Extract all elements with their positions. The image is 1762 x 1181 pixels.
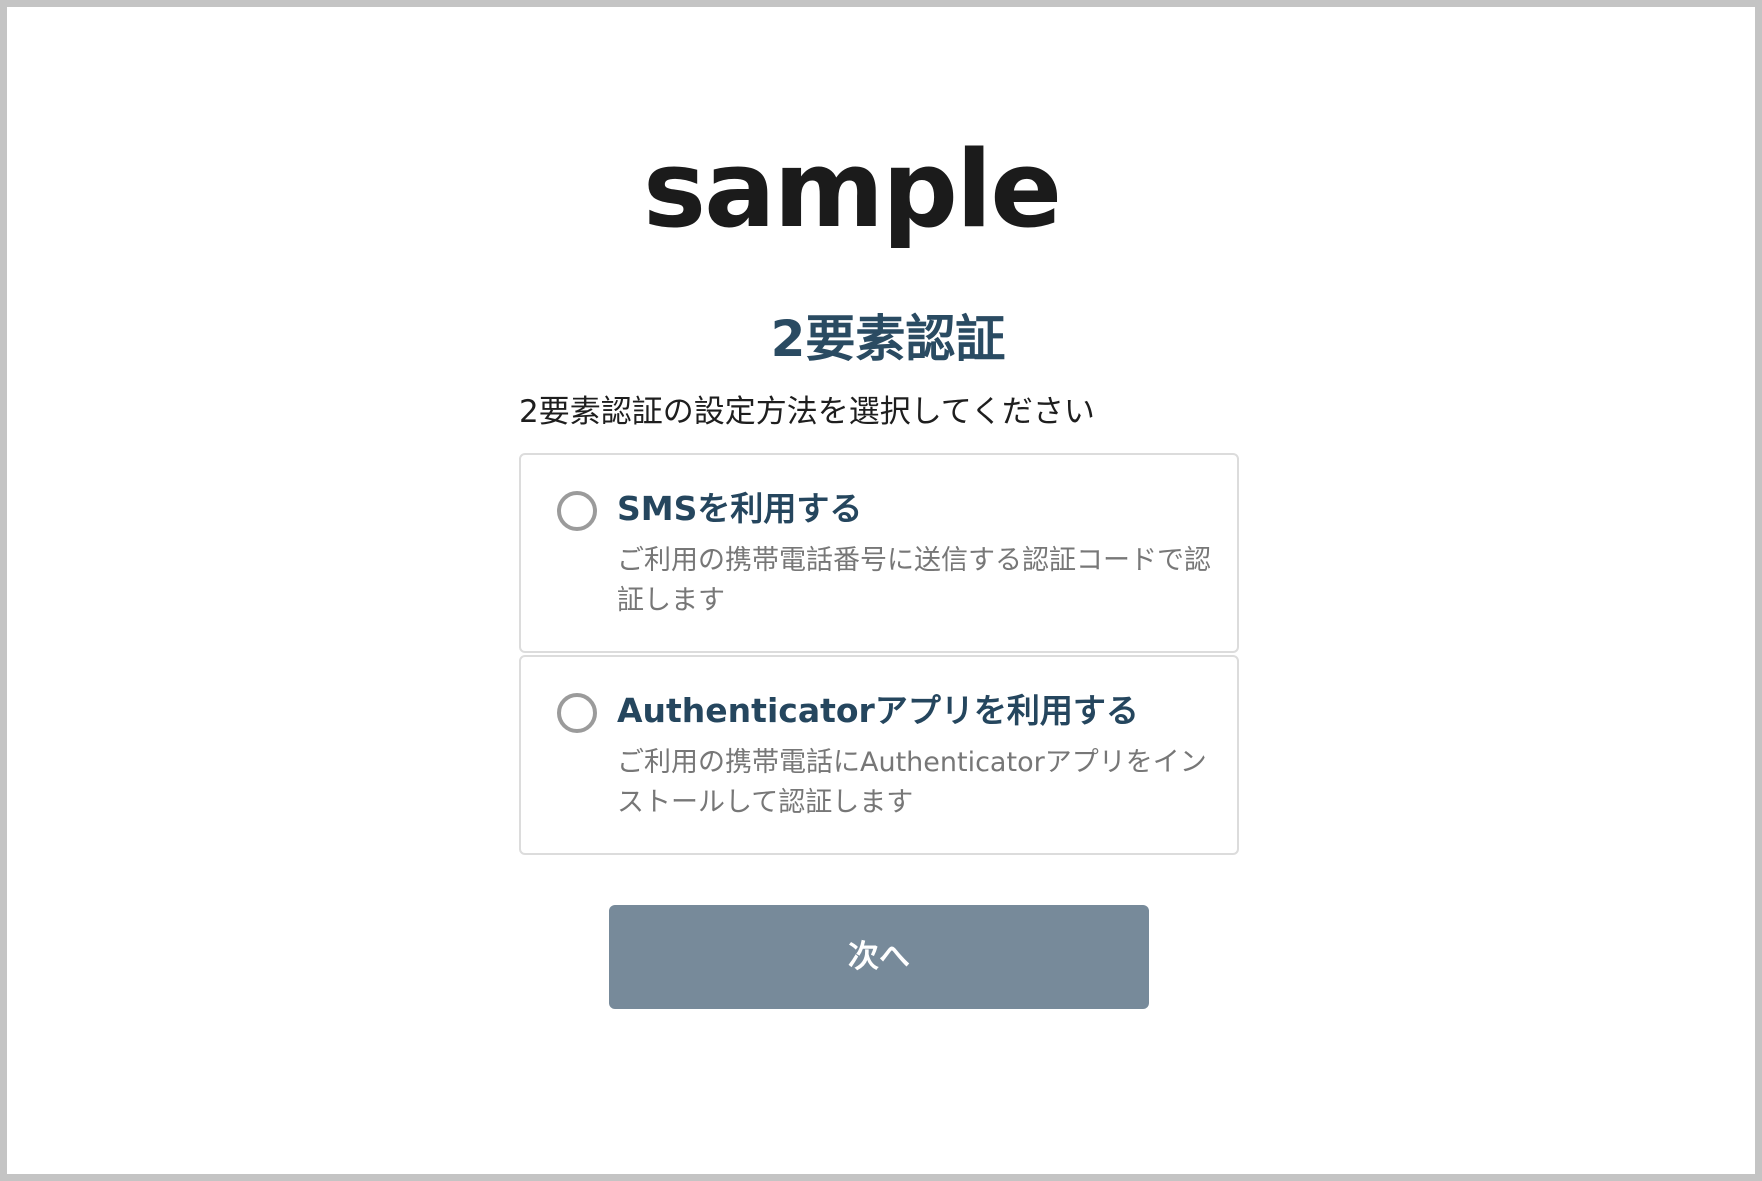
instruction-text: 2要素認証の設定方法を選択してください <box>519 394 1095 430</box>
page-title: 2要素認証 <box>770 310 1006 368</box>
option-authenticator-description: ご利用の携帯電話にAuthenticatorアプリをインストールして認証します <box>617 747 1207 818</box>
sms-radio-button[interactable] <box>557 491 597 531</box>
authenticator-radio-button[interactable] <box>557 693 597 733</box>
brand-logo: sample <box>643 128 1062 251</box>
option-authenticator[interactable]: Authenticatorアプリを利用する ご利用の携帯電話にAuthentic… <box>519 655 1239 855</box>
page-frame: sample 2要素認証 2要素認証の設定方法を選択してください SMSを利用す… <box>0 0 1762 1181</box>
option-sms[interactable]: SMSを利用する ご利用の携帯電話番号に送信する認証コードで認証します <box>519 453 1239 653</box>
option-sms-title: SMSを利用する <box>617 489 863 528</box>
option-sms-description: ご利用の携帯電話番号に送信する認証コードで認証します <box>617 545 1211 616</box>
next-button[interactable]: 次へ <box>609 905 1149 1009</box>
option-authenticator-title: Authenticatorアプリを利用する <box>617 691 1139 730</box>
